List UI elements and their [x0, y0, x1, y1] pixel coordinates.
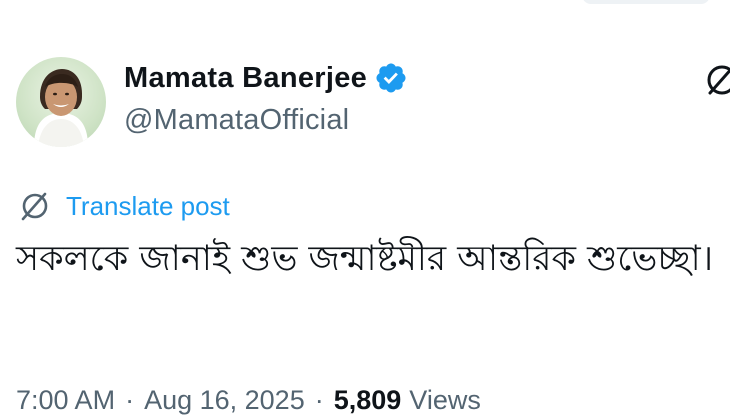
views-count: 5,809: [333, 384, 402, 415]
meta-separator: ·: [125, 384, 135, 415]
author-name-row[interactable]: Mamata Banerjee: [124, 58, 408, 98]
translate-icon: [21, 192, 48, 221]
avatar-image: [34, 69, 88, 147]
avatar[interactable]: [16, 57, 106, 147]
verified-badge-icon[interactable]: [374, 61, 408, 95]
translate-post-label[interactable]: Translate post: [66, 191, 230, 222]
author-handle[interactable]: @MamataOfficial: [124, 104, 349, 137]
top-pill-button[interactable]: [582, 0, 710, 4]
post-time[interactable]: 7:00 AM: [16, 385, 115, 416]
post-meta: 7:00 AM · Aug 16, 2025 · 5,809 Views: [16, 380, 481, 420]
post-date[interactable]: Aug 16, 2025: [144, 385, 305, 416]
meta-separator-2: ·: [314, 384, 324, 415]
grok-icon[interactable]: [702, 60, 730, 100]
post-text: সকলকে জানাই শুভ জন্মাষ্টমীর আন্তরিক শুভে…: [16, 239, 714, 279]
author-display-name[interactable]: Mamata Banerjee: [124, 62, 367, 95]
translate-post-button[interactable]: Translate post: [18, 188, 230, 224]
views-label: Views: [409, 384, 481, 415]
